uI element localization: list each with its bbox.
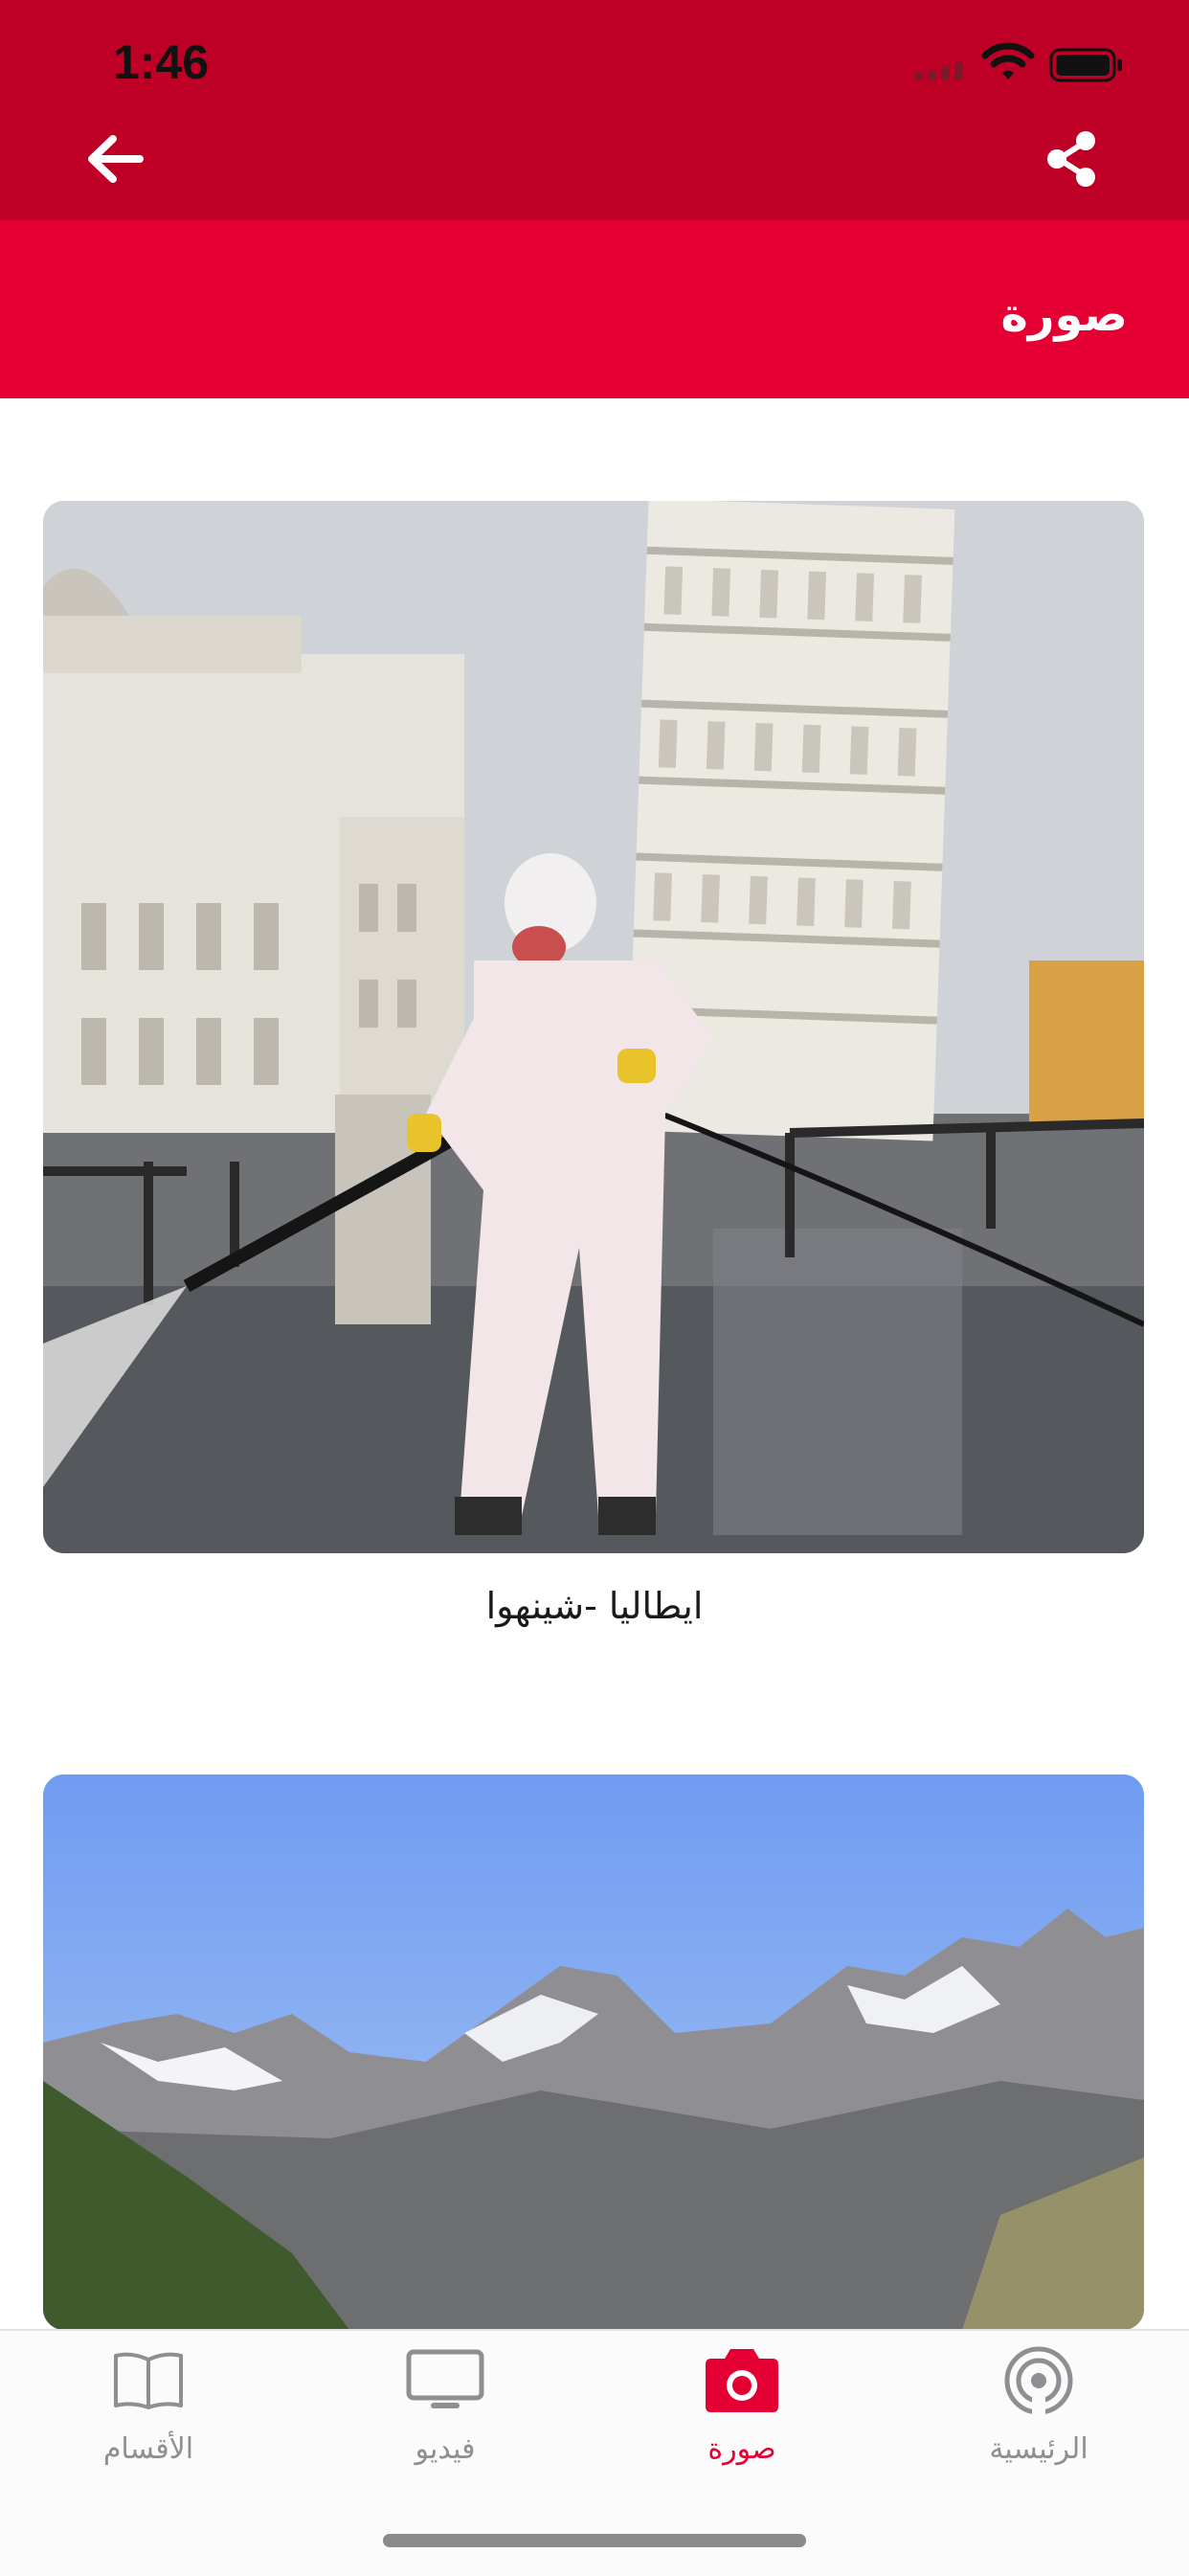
tab-label: الأقسام [102,2432,194,2466]
broadcast-icon [1004,2346,1073,2416]
tab-label: فيديو [415,2432,476,2466]
tab-photo[interactable]: صورة [627,2342,857,2496]
share-button[interactable] [1034,121,1110,197]
tab-sections[interactable]: الأقسام [34,2342,263,2496]
wifi-icon [981,42,1035,79]
share-icon [1047,131,1095,187]
battery-icon [1049,48,1122,82]
book-icon [114,2352,183,2409]
gallery-photo[interactable] [43,1774,1144,2330]
tab-home[interactable]: الرئيسية [924,2342,1154,2496]
home-indicator [383,2534,806,2547]
page-title: صورة [1000,288,1128,342]
photo-leaning-tower-cleaning [43,501,1144,1553]
tv-icon [406,2349,484,2408]
app-header [0,0,1189,220]
tab-label: الرئيسية [989,2432,1088,2466]
camera-icon [706,2349,778,2412]
tab-label: صورة [707,2432,776,2466]
cellular-signal-icon [914,62,963,80]
gallery-photo[interactable] [43,501,1144,1553]
photo-mountains [43,1774,1144,2330]
back-button[interactable] [77,121,153,197]
tab-video[interactable]: فيديو [330,2342,560,2496]
status-time: 1:46 [113,35,210,89]
photo-caption: ايطاليا -شينهوا [485,1585,704,1627]
arrow-left-icon [88,135,144,183]
